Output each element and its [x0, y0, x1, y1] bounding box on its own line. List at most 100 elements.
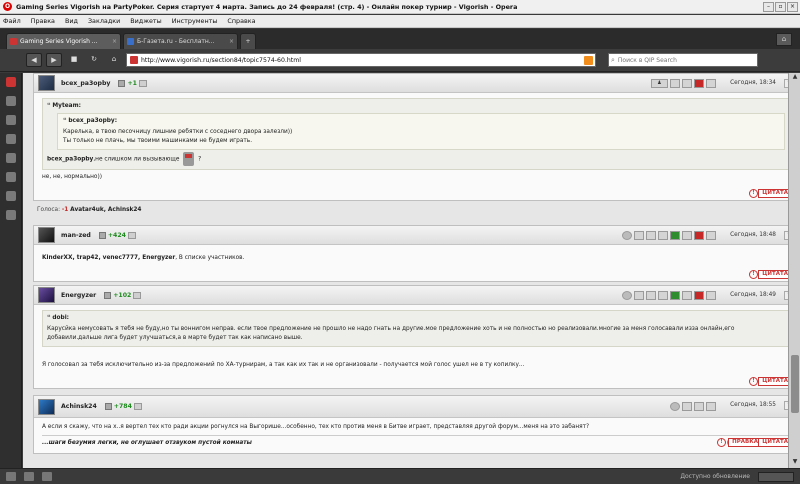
- rss-icon[interactable]: [584, 55, 593, 65]
- report-icon[interactable]: !: [749, 270, 758, 279]
- vote-plus-button[interactable]: [706, 79, 716, 88]
- menu-file[interactable]: Файл: [3, 17, 21, 25]
- avatar[interactable]: [38, 287, 55, 303]
- inner-quote-author: ❝ bcex_pa3opby:: [63, 117, 779, 126]
- vote-plus-icon[interactable]: [670, 291, 680, 300]
- avatar[interactable]: [38, 398, 55, 415]
- reload-icon[interactable]: ↻: [86, 53, 102, 67]
- post-text: Я голосовал за тебя исключительно из-за …: [42, 362, 525, 368]
- inner-quote-author-name: bcex_pa3opby:: [68, 118, 118, 124]
- menu-widgets[interactable]: Виджеты: [130, 17, 161, 25]
- email-icon[interactable]: [706, 402, 716, 411]
- history-icon[interactable]: [5, 191, 16, 201]
- mail-icon[interactable]: [5, 96, 16, 106]
- report-icon[interactable]: !: [717, 438, 726, 447]
- report-icon[interactable]: !: [749, 377, 758, 386]
- menu-view[interactable]: Вид: [65, 17, 78, 25]
- reputation-plus-button[interactable]: [138, 79, 147, 87]
- reputation: +102: [104, 291, 142, 299]
- report-icon[interactable]: !: [749, 189, 758, 198]
- vote-minus-button[interactable]: [706, 291, 716, 300]
- profile-icon[interactable]: [694, 402, 704, 411]
- quote-mark-icon: ❝: [47, 103, 51, 109]
- trash-icon[interactable]: ⌂: [776, 33, 792, 46]
- forward-button[interactable]: ▶: [46, 53, 62, 67]
- cite-button[interactable]: ЦИТАТА: [758, 189, 788, 198]
- post-footer: ! ЦИТАТА: [34, 187, 788, 200]
- tab-close-icon[interactable]: ×: [229, 38, 234, 45]
- close-button[interactable]: ×: [787, 1, 798, 12]
- message-icon[interactable]: [682, 402, 692, 411]
- vote-minus-icon[interactable]: [694, 231, 704, 240]
- reputation-plus-button[interactable]: [127, 231, 136, 239]
- stop-icon[interactable]: ■: [66, 53, 82, 67]
- email-icon[interactable]: [658, 291, 668, 300]
- post-header: bcex_pa3opby +1 ♟ Сегодня, 18:34 ?: [34, 74, 788, 93]
- votes-voters[interactable]: Avatar4uk, Achinsk24: [70, 207, 141, 213]
- post-username[interactable]: man-zed: [61, 232, 91, 239]
- email-icon[interactable]: [658, 231, 668, 240]
- address-field[interactable]: http://www.vigorish.ru/section84/topic75…: [126, 53, 596, 67]
- cite-button[interactable]: ЦИТАТА: [758, 438, 788, 447]
- turbo-icon[interactable]: [24, 472, 34, 481]
- edit-button[interactable]: ПРАВКА: [728, 438, 762, 447]
- back-button[interactable]: ◀: [26, 53, 42, 67]
- zoom-slider[interactable]: [758, 472, 794, 482]
- message-icon[interactable]: [670, 79, 680, 88]
- minimize-button[interactable]: –: [763, 1, 774, 12]
- gear-icon[interactable]: [622, 291, 632, 300]
- unite-icon[interactable]: [42, 472, 52, 481]
- avatar[interactable]: [38, 75, 55, 91]
- reputation-plus-button[interactable]: [133, 291, 142, 299]
- post-username[interactable]: bcex_pa3opby: [61, 80, 110, 87]
- panel-toggle-icon[interactable]: [6, 472, 16, 481]
- vertical-scrollbar[interactable]: ▲ ▼: [788, 73, 800, 468]
- notes-icon[interactable]: [5, 153, 16, 163]
- vote-plus-button[interactable]: [682, 231, 692, 240]
- tab-close-icon[interactable]: ×: [112, 38, 117, 45]
- home-icon[interactable]: ⌂: [106, 53, 122, 67]
- cite-button[interactable]: ЦИТАТА: [758, 270, 788, 279]
- menu-help[interactable]: Справка: [227, 17, 255, 25]
- cite-button[interactable]: ЦИТАТА: [758, 377, 788, 386]
- menu-tools[interactable]: Инструменты: [172, 17, 218, 25]
- widgets-icon[interactable]: [5, 134, 16, 144]
- avatar[interactable]: [38, 227, 55, 243]
- menu-bar: Файл Правка Вид Закладки Виджеты Инструм…: [0, 15, 800, 28]
- scrollbar-thumb[interactable]: [791, 355, 799, 413]
- vote-minus-icon[interactable]: [694, 291, 704, 300]
- post-body: ❝ dobi: Карусйка немусовать я тебя не буд…: [34, 305, 788, 375]
- quote-reply-text: ,не слишком ли вызывающе: [93, 156, 180, 163]
- tab-vigorish[interactable]: Gaming Series Vigorish ... ×: [6, 33, 121, 49]
- search-field[interactable]: ⌕: [608, 53, 758, 67]
- post-date: Сегодня, 18:55: [730, 402, 776, 408]
- maximize-button[interactable]: ▫: [775, 1, 786, 12]
- menu-edit[interactable]: Правка: [31, 17, 55, 25]
- reputation-plus-button[interactable]: [133, 403, 142, 410]
- post-username[interactable]: Achinsk24: [61, 403, 97, 410]
- scroll-up-icon[interactable]: ▲: [789, 73, 800, 83]
- links-icon[interactable]: [5, 210, 16, 220]
- vote-minus-icon[interactable]: [694, 79, 704, 88]
- profile-icon[interactable]: [646, 231, 656, 240]
- bookmarks-icon[interactable]: [5, 77, 16, 87]
- vote-plus-button[interactable]: [682, 291, 692, 300]
- vote-minus-button[interactable]: [682, 79, 692, 88]
- vote-plus-icon[interactable]: [670, 231, 680, 240]
- vote-minus-button[interactable]: [706, 231, 716, 240]
- post-username[interactable]: Energyzer: [61, 292, 96, 299]
- menu-bookmarks[interactable]: Закладки: [88, 17, 120, 25]
- search-input[interactable]: [617, 56, 738, 64]
- message-icon[interactable]: [634, 231, 644, 240]
- gear-icon[interactable]: [670, 402, 680, 411]
- message-icon[interactable]: [634, 291, 644, 300]
- gear-icon[interactable]: [622, 231, 632, 240]
- downloads-icon[interactable]: [5, 172, 16, 182]
- profile-icon[interactable]: [646, 291, 656, 300]
- new-tab-button[interactable]: +: [240, 33, 256, 49]
- contacts-icon[interactable]: [5, 115, 16, 125]
- tab-bgazeta[interactable]: Б-Газета.ru - Бесплатн... ×: [123, 33, 238, 49]
- scroll-down-icon[interactable]: ▼: [789, 458, 800, 468]
- profile-button[interactable]: ♟: [651, 79, 668, 88]
- site-identity-icon: [130, 56, 138, 64]
